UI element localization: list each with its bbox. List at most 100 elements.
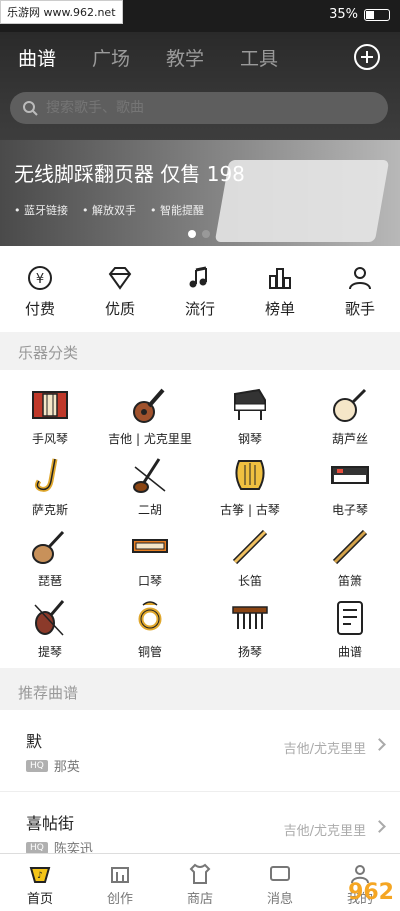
guitar-icon — [133, 388, 165, 423]
instrument-guzheng[interactable]: 古筝 | 古琴 — [200, 455, 300, 526]
tab-jiaoxue[interactable]: 教学 — [166, 44, 204, 71]
score-icon — [337, 601, 363, 635]
bottomnav-messages[interactable]: 消息 — [240, 854, 320, 911]
dizi-icon — [332, 529, 368, 565]
dulcimer-icon — [232, 606, 268, 629]
violin-icon — [34, 600, 65, 636]
keyboard-icon — [331, 466, 369, 484]
home-icon: ♪ — [29, 867, 51, 883]
top-tabs: 曲谱 广场 教学 工具 — [18, 44, 278, 71]
carousel-dot-active[interactable] — [188, 230, 196, 238]
bottom-nav: ♪ 首页 创作 商店 消息 我的 — [0, 853, 400, 911]
carousel-dot[interactable] — [202, 230, 210, 238]
instrument-label: 铜管 — [137, 645, 162, 659]
bottomnav-home[interactable]: ♪ 首页 — [0, 854, 80, 911]
instrument-label: 提琴 — [37, 645, 62, 659]
message-icon — [270, 866, 290, 881]
instrument-label: 曲谱 — [337, 645, 362, 659]
instrument-label: 古筝 | 古琴 — [220, 503, 280, 517]
instrument-label: 扬琴 — [237, 645, 262, 659]
pipa-icon — [32, 530, 65, 564]
search-input[interactable] — [46, 100, 346, 116]
instrument-guitar[interactable]: 吉他 | 尤克里里 — [100, 384, 200, 455]
quicknav-label: 流行 — [184, 300, 215, 318]
promo-banner[interactable]: 无线脚踩翻页器 仅售 198 • 蓝牙链接 • 解放双手 • 智能提醒 — [0, 140, 400, 246]
tab-guangchang[interactable]: 广场 — [92, 44, 130, 71]
quick-nav: ¥ 付费 优质 流行 榜单 歌手 — [0, 246, 400, 332]
quicknav-quality[interactable]: 优质 — [80, 246, 160, 332]
instrument-erhu[interactable]: 二胡 — [100, 455, 200, 526]
piano-icon — [234, 388, 266, 420]
instrument-keyboard[interactable]: 电子琴 — [300, 455, 400, 526]
banjo-icon — [333, 388, 367, 422]
brass-icon — [138, 601, 162, 631]
song-artist: 那英 — [53, 760, 80, 775]
instrument-dixiao[interactable]: 笛箫 — [300, 526, 400, 597]
add-icon[interactable] — [354, 44, 380, 70]
quicknav-paid[interactable]: ¥ 付费 — [0, 246, 80, 332]
flute-icon — [232, 529, 268, 565]
banner-feature: • 智能提醒 — [150, 204, 204, 217]
chevron-right-icon — [373, 738, 386, 751]
status-bar: 乐游网 www.962.net 35% — [0, 0, 400, 32]
quicknav-popular[interactable]: 流行 — [160, 246, 240, 332]
carousel-dots — [188, 230, 210, 238]
instrument-label: 萨克斯 — [31, 503, 68, 517]
bottomnav-create[interactable]: 创作 — [80, 854, 160, 911]
instrument-violin[interactable]: 提琴 — [0, 597, 100, 668]
search-bar[interactable] — [10, 92, 388, 124]
instrument-grid: 手风琴 吉他 | 尤克里里 钢琴 葫芦丝 萨克斯 二胡 古筝 | 古琴 电子琴 … — [0, 370, 400, 668]
hq-badge: HQ — [26, 759, 48, 772]
svg-text:♪: ♪ — [37, 871, 43, 881]
instrument-dulcimer[interactable]: 扬琴 — [200, 597, 300, 668]
instrument-label: 钢琴 — [237, 432, 262, 446]
shirt-icon — [189, 863, 211, 884]
instrument-pipa[interactable]: 琵琶 — [0, 526, 100, 597]
watermark-label: 乐游网 www.962.net — [0, 0, 123, 24]
harmonica-icon — [132, 539, 168, 553]
bar-chart-icon — [269, 268, 291, 289]
song-list: 默 HQ 那英 吉他/尤克里里 喜帖街 HQ 陈奕迅 吉他/尤克里里 — [0, 710, 400, 874]
instrument-label: 葫芦丝 — [331, 432, 368, 446]
instrument-sax[interactable]: 萨克斯 — [0, 455, 100, 526]
battery-icon — [364, 8, 390, 21]
song-category: 吉他/尤克里里 — [283, 742, 366, 757]
tab-qupu[interactable]: 曲谱 — [18, 44, 56, 71]
battery-percent: 35% — [329, 7, 358, 22]
song-category: 吉他/尤克里里 — [283, 824, 366, 839]
bottomnav-store[interactable]: 商店 — [160, 854, 240, 911]
tab-gongju[interactable]: 工具 — [240, 44, 278, 71]
instrument-flute[interactable]: 长笛 — [200, 526, 300, 597]
instrument-label: 吉他 | 尤克里里 — [108, 432, 192, 446]
music-note-icon — [189, 266, 207, 288]
diamond-icon — [108, 267, 132, 290]
instrument-label: 笛箫 — [337, 574, 362, 588]
quicknav-singer[interactable]: 歌手 — [320, 246, 400, 332]
instrument-label: 电子琴 — [331, 503, 368, 517]
instrument-hulusi[interactable]: 葫芦丝 — [300, 384, 400, 455]
song-title: 默 — [26, 732, 43, 751]
instrument-brass[interactable]: 铜管 — [100, 597, 200, 668]
search-icon — [23, 101, 38, 116]
quicknav-chart[interactable]: 榜单 — [240, 246, 320, 332]
instrument-accordion[interactable]: 手风琴 — [0, 384, 100, 455]
header: 曲谱 广场 教学 工具 无线脚踩翻页器 仅售 198 • 蓝牙链接 • 解放双手… — [0, 32, 400, 246]
song-row[interactable]: 默 HQ 那英 吉他/尤克里里 — [0, 710, 400, 792]
erhu-icon — [133, 458, 166, 493]
hq-badge: HQ — [26, 841, 48, 854]
quicknav-label: 付费 — [24, 300, 55, 318]
bottomnav-label: 首页 — [26, 892, 53, 907]
instrument-harmonica[interactable]: 口琴 — [100, 526, 200, 597]
chevron-right-icon — [373, 820, 386, 833]
instrument-score[interactable]: 曲谱 — [300, 597, 400, 668]
instrument-label: 长笛 — [237, 574, 262, 588]
bottomnav-label: 创作 — [106, 892, 133, 907]
banner-feature: • 解放双手 — [82, 204, 136, 217]
yen-icon: ¥ — [28, 266, 52, 290]
instrument-piano[interactable]: 钢琴 — [200, 384, 300, 455]
banner-feature: • 蓝牙链接 — [14, 204, 68, 217]
site-watermark: 962 — [348, 880, 394, 905]
quicknav-label: 榜单 — [264, 300, 295, 318]
song-title: 喜帖街 — [26, 814, 75, 833]
instrument-label: 口琴 — [137, 574, 162, 588]
